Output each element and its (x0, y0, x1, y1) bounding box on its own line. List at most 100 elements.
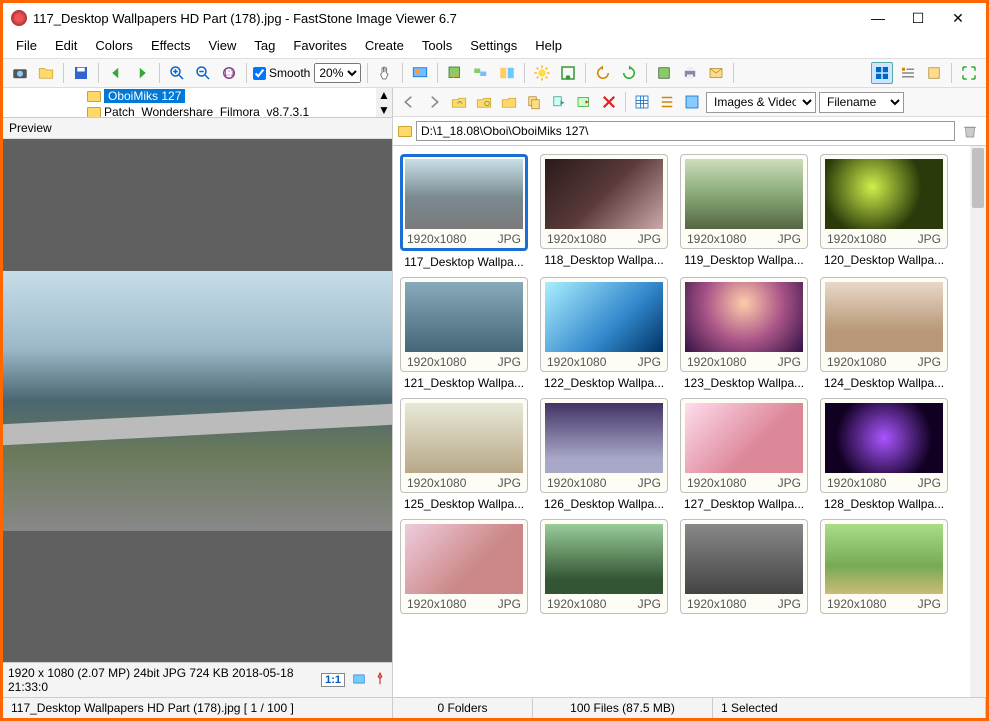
thumbnail[interactable]: 1920x1080JPG (679, 519, 809, 614)
nav-settings-icon[interactable] (681, 91, 703, 113)
nav-copy-icon[interactable] (523, 91, 545, 113)
menu-edit[interactable]: Edit (48, 35, 84, 56)
thumb-format: JPG (778, 476, 801, 490)
tree-item[interactable]: Patch_Wondershare_Filmora_v8.7.3.1 (7, 104, 388, 118)
hand-icon[interactable] (374, 62, 396, 84)
thumb-format: JPG (498, 355, 521, 369)
thumb-filename: 122_Desktop Wallpa... (544, 376, 664, 390)
status-folders: 0 Folders (393, 698, 533, 718)
nav-up-icon[interactable] (448, 91, 470, 113)
close-button[interactable]: ✕ (938, 4, 978, 32)
fullscreen-icon[interactable] (958, 62, 980, 84)
crop-icon[interactable] (653, 62, 675, 84)
menu-help[interactable]: Help (528, 35, 569, 56)
thumbnail[interactable]: 1920x1080JPG123_Desktop Wallpa... (679, 277, 809, 390)
main-toolbar: 1:1 Smooth 20% (3, 59, 986, 88)
email-icon[interactable] (705, 62, 727, 84)
thumbnail[interactable]: 1920x1080JPG125_Desktop Wallpa... (399, 398, 529, 511)
thumb-resolution: 1920x1080 (547, 232, 606, 246)
ratio-badge[interactable]: 1:1 (321, 673, 345, 687)
menu-tag[interactable]: Tag (247, 35, 282, 56)
nav-delete-icon[interactable] (598, 91, 620, 113)
rotate-left-icon[interactable] (592, 62, 614, 84)
thumbs-scrollbar[interactable] (970, 146, 986, 697)
view-thumbnails-icon[interactable] (871, 62, 893, 84)
thumbnail-image (545, 282, 663, 352)
batch-icon[interactable] (470, 62, 492, 84)
thumbnail[interactable]: 1920x1080JPG120_Desktop Wallpa... (819, 154, 949, 269)
menu-settings[interactable]: Settings (463, 35, 524, 56)
slideshow-icon[interactable] (409, 62, 431, 84)
thumbnail[interactable]: 1920x1080JPG (399, 519, 529, 614)
nav-selectall-icon[interactable] (631, 91, 653, 113)
trash-icon[interactable] (959, 120, 981, 142)
menu-favorites[interactable]: Favorites (286, 35, 353, 56)
nav-refresh-icon[interactable] (473, 91, 495, 113)
print-icon[interactable] (679, 62, 701, 84)
thumb-format: JPG (918, 476, 941, 490)
convert-icon[interactable] (444, 62, 466, 84)
thumbnail[interactable]: 1920x1080JPG124_Desktop Wallpa... (819, 277, 949, 390)
next-icon[interactable] (131, 62, 153, 84)
thumb-format: JPG (498, 232, 521, 246)
thumbnail[interactable]: 1920x1080JPG118_Desktop Wallpa... (539, 154, 669, 269)
preview-pane[interactable] (3, 139, 392, 662)
brightness-icon[interactable] (531, 62, 553, 84)
menu-view[interactable]: View (201, 35, 243, 56)
compare-icon[interactable] (496, 62, 518, 84)
tag-icon[interactable] (351, 672, 367, 689)
zoom-select[interactable]: 20% (314, 63, 361, 83)
minimize-button[interactable]: — (858, 4, 898, 32)
thumbnail-image (405, 282, 523, 352)
thumbnail[interactable]: 1920x1080JPG128_Desktop Wallpa... (819, 398, 949, 511)
view-details-icon[interactable] (897, 62, 919, 84)
preview-header: Preview (3, 118, 392, 139)
folder-tree[interactable]: OboiMiks 127 Patch_Wondershare_Filmora_v… (3, 88, 392, 118)
menu-file[interactable]: File (9, 35, 44, 56)
resize-icon[interactable] (557, 62, 579, 84)
thumb-resolution: 1920x1080 (827, 232, 886, 246)
thumbnail[interactable]: 1920x1080JPG (539, 519, 669, 614)
status-files: 100 Files (87.5 MB) (533, 698, 713, 718)
thumb-resolution: 1920x1080 (407, 597, 466, 611)
nav-list-icon[interactable] (656, 91, 678, 113)
nav-back-icon[interactable] (398, 91, 420, 113)
thumbnail[interactable]: 1920x1080JPG126_Desktop Wallpa... (539, 398, 669, 511)
open-icon[interactable] (35, 62, 57, 84)
actual-size-icon[interactable]: 1:1 (218, 62, 240, 84)
tree-item-selected[interactable]: OboiMiks 127 (7, 88, 388, 104)
thumb-resolution: 1920x1080 (687, 597, 746, 611)
menu-tools[interactable]: Tools (415, 35, 459, 56)
thumbnail[interactable]: 1920x1080JPG122_Desktop Wallpa... (539, 277, 669, 390)
pin-icon[interactable] (373, 672, 387, 689)
thumbnail[interactable]: 1920x1080JPG117_Desktop Wallpa... (399, 154, 529, 269)
menu-create[interactable]: Create (358, 35, 411, 56)
filter-select[interactable]: Images & Videos (706, 92, 816, 113)
thumbnail[interactable]: 1920x1080JPG119_Desktop Wallpa... (679, 154, 809, 269)
thumbnail-image (825, 159, 943, 229)
nav-forward-icon[interactable] (423, 91, 445, 113)
thumbnail[interactable]: 1920x1080JPG121_Desktop Wallpa... (399, 277, 529, 390)
nav-move-icon[interactable] (548, 91, 570, 113)
view-single-icon[interactable] (923, 62, 945, 84)
maximize-button[interactable]: ☐ (898, 4, 938, 32)
path-input[interactable] (416, 121, 955, 141)
rotate-right-icon[interactable] (618, 62, 640, 84)
folder-icon (87, 107, 101, 118)
smooth-checkbox[interactable]: Smooth (253, 66, 310, 80)
save-icon[interactable] (70, 62, 92, 84)
capture-icon[interactable] (9, 62, 31, 84)
zoom-out-icon[interactable] (192, 62, 214, 84)
menu-colors[interactable]: Colors (88, 35, 140, 56)
thumbnail[interactable]: 1920x1080JPG127_Desktop Wallpa... (679, 398, 809, 511)
sort-select[interactable]: Filename (819, 92, 904, 113)
prev-icon[interactable] (105, 62, 127, 84)
nav-fav-icon[interactable] (498, 91, 520, 113)
zoom-in-icon[interactable] (166, 62, 188, 84)
menu-effects[interactable]: Effects (144, 35, 198, 56)
thumbnail-pane[interactable]: 1920x1080JPG117_Desktop Wallpa...1920x10… (393, 146, 986, 697)
nav-export-icon[interactable] (573, 91, 595, 113)
thumb-filename: 118_Desktop Wallpa... (544, 253, 663, 267)
thumbnail[interactable]: 1920x1080JPG (819, 519, 949, 614)
tree-scrollbar[interactable]: ▲▼ (376, 88, 392, 117)
